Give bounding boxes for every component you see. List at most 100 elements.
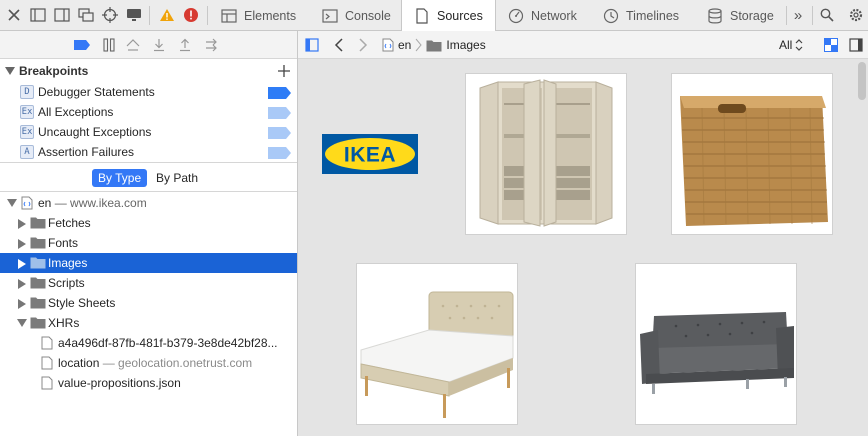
- exception-icon: Ex: [20, 125, 34, 139]
- breakpoints-title: Breakpoints: [19, 64, 89, 78]
- breakpoint-label: Assertion Failures: [38, 145, 135, 159]
- warning-icon[interactable]: [157, 5, 177, 25]
- step-over-icon[interactable]: [124, 36, 142, 54]
- by-type-button[interactable]: By Type: [92, 169, 148, 187]
- breadcrumb-folder[interactable]: Images: [446, 38, 485, 52]
- by-path-button[interactable]: By Path: [150, 169, 204, 187]
- tree-file-row[interactable]: location — geolocation.onetrust.com: [0, 353, 297, 373]
- disclosure-collapsed-icon[interactable]: [18, 279, 26, 289]
- navigation-sidebar: Breakpoints D Debugger Statements Ex All…: [0, 31, 298, 436]
- assertion-icon: A: [20, 145, 34, 159]
- element-selection-icon[interactable]: [100, 5, 120, 25]
- tree-file-row[interactable]: a4a496df-87fb-481f-b379-3e8de42bf28...: [0, 333, 297, 353]
- disclosure-expanded-icon[interactable]: [5, 67, 15, 75]
- transparency-grid-icon[interactable]: [822, 36, 840, 54]
- toggle-navigation-icon[interactable]: [303, 36, 321, 54]
- disclosure-collapsed-icon[interactable]: [18, 259, 26, 269]
- breakpoint-enabled-icon[interactable]: [268, 87, 292, 99]
- folder-icon: [426, 40, 442, 51]
- folder-icon: [30, 217, 46, 229]
- dock-side-icon[interactable]: [52, 5, 72, 25]
- disclosure-collapsed-icon[interactable]: [18, 219, 26, 229]
- tree-folder-label: Fonts: [48, 236, 79, 250]
- tree-root-row[interactable]: en — www.ikea.com: [0, 193, 297, 213]
- disclosure-expanded-icon[interactable]: [7, 199, 17, 207]
- wardrobe-image[interactable]: [465, 73, 627, 235]
- tree-root-label: en — www.ikea.com: [38, 196, 147, 210]
- file-icon: [41, 356, 53, 370]
- breakpoint-disabled-icon[interactable]: [268, 147, 292, 159]
- error-icon[interactable]: [181, 5, 201, 25]
- tab-timelines[interactable]: Timelines: [591, 0, 695, 31]
- back-icon[interactable]: [330, 36, 348, 54]
- sources-icon: [414, 8, 430, 24]
- overflow-tabs-icon[interactable]: »: [788, 5, 808, 25]
- exception-icon: Ex: [20, 105, 34, 119]
- tree-folder-row[interactable]: XHRs: [0, 313, 297, 333]
- tree-folder-label: Scripts: [48, 276, 85, 290]
- toggle-details-sidebar-icon[interactable]: [847, 36, 865, 54]
- breakpoint-disabled-icon[interactable]: [268, 107, 292, 119]
- breakpoint-label: Uncaught Exceptions: [38, 125, 152, 139]
- image-collection: IKEA: [298, 60, 868, 436]
- breakpoint-row[interactable]: D Debugger Statements: [0, 82, 297, 102]
- tree-folder-row[interactable]: Scripts: [0, 273, 297, 293]
- tree-folder-row[interactable]: Fetches: [0, 213, 297, 233]
- toolbar-separator: [786, 6, 787, 25]
- file-icon: [41, 336, 53, 350]
- tab-label: Network: [531, 8, 577, 23]
- step-out-icon[interactable]: [176, 36, 194, 54]
- breakpoint-row[interactable]: Ex Uncaught Exceptions: [0, 122, 297, 142]
- tree-folder-row[interactable]: Fonts: [0, 233, 297, 253]
- breakpoint-label: Debugger Statements: [38, 85, 155, 99]
- tab-storage[interactable]: Storage: [695, 0, 785, 31]
- tree-file-row[interactable]: value-propositions.json: [0, 373, 297, 393]
- breakpoint-row[interactable]: A Assertion Failures: [0, 142, 297, 162]
- network-icon: [508, 8, 524, 24]
- disclosure-collapsed-icon[interactable]: [18, 299, 26, 309]
- detach-window-icon[interactable]: [76, 5, 96, 25]
- breadcrumb-root[interactable]: en: [398, 38, 411, 52]
- bed-image[interactable]: [356, 263, 518, 425]
- tab-sources[interactable]: Sources: [401, 0, 496, 32]
- tree-folder-row[interactable]: Style Sheets: [0, 293, 297, 313]
- tree-file-label: value-propositions.json: [58, 376, 181, 390]
- tab-label: Timelines: [626, 8, 680, 23]
- step-into-icon[interactable]: [150, 36, 168, 54]
- search-icon[interactable]: [817, 5, 837, 25]
- tree-folder-row[interactable]: Images: [0, 253, 297, 273]
- device-screen-icon[interactable]: [124, 5, 144, 25]
- breakpoints-toggle-icon[interactable]: [73, 36, 91, 54]
- disclosure-expanded-icon[interactable]: [17, 319, 27, 327]
- close-icon[interactable]: [4, 5, 24, 25]
- content-area: en Images All IKEA: [298, 31, 868, 436]
- sofa-image[interactable]: [635, 263, 797, 425]
- console-icon: [322, 8, 338, 24]
- pause-icon[interactable]: [100, 36, 118, 54]
- wicker-basket-image[interactable]: [671, 73, 833, 235]
- toolbar-separator: [207, 6, 208, 25]
- toolbar-separator: [149, 6, 150, 25]
- ikea-logo-image[interactable]: IKEA: [322, 134, 418, 174]
- chevron-updown-icon: [795, 39, 803, 51]
- folder-icon: [30, 297, 46, 309]
- breakpoints-section-header[interactable]: Breakpoints: [0, 60, 297, 82]
- tab-console[interactable]: Console: [310, 0, 402, 31]
- tab-label: Sources: [437, 9, 483, 23]
- step-icon[interactable]: [203, 36, 221, 54]
- forward-icon[interactable]: [354, 36, 372, 54]
- dock-bottom-icon[interactable]: [28, 5, 48, 25]
- vertical-scrollbar[interactable]: [858, 62, 866, 100]
- breakpoint-row[interactable]: Ex All Exceptions: [0, 102, 297, 122]
- tree-folder-label: XHRs: [48, 316, 80, 330]
- tree-folder-label: Fetches: [48, 216, 91, 230]
- gear-icon[interactable]: [846, 5, 866, 25]
- tab-elements[interactable]: Elements: [209, 0, 310, 31]
- disclosure-collapsed-icon[interactable]: [18, 239, 26, 249]
- tab-bar: Elements Console Sources Network Timelin…: [0, 0, 868, 32]
- zoom-select[interactable]: All: [779, 38, 803, 52]
- tab-network[interactable]: Network: [496, 0, 591, 31]
- breakpoint-disabled-icon[interactable]: [268, 127, 292, 139]
- add-breakpoint-icon[interactable]: [277, 64, 291, 78]
- document-icon: [382, 38, 394, 52]
